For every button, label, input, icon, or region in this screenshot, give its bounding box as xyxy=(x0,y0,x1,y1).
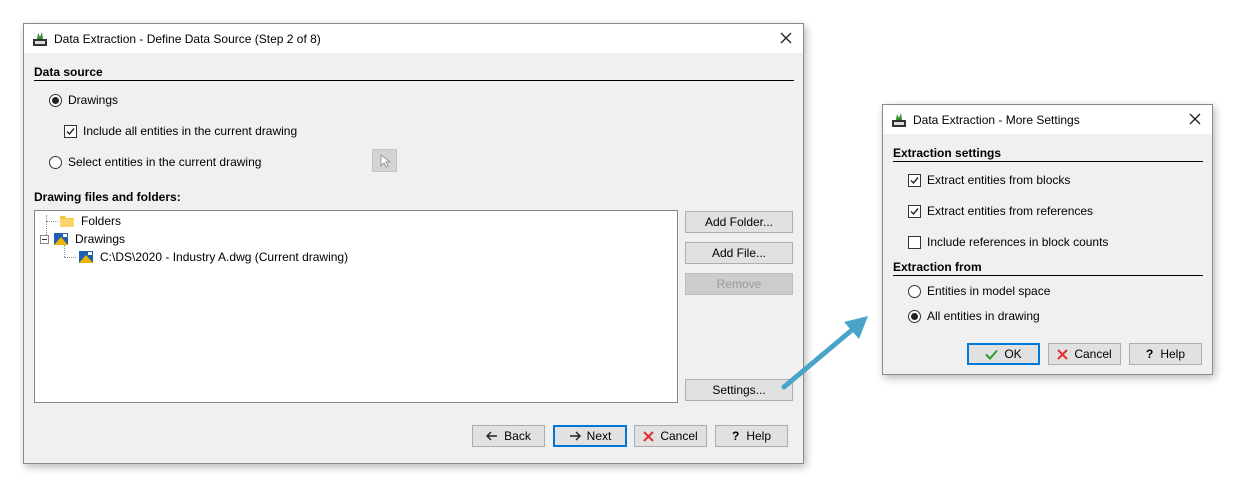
extract-references-checkbox[interactable] xyxy=(908,204,921,218)
drawing-files-heading: Drawing files and folders: xyxy=(34,190,181,204)
more-settings-dialog: Data Extraction - More Settings Extracti… xyxy=(882,104,1213,375)
include-all-entities-option[interactable]: Include all entities in the current draw… xyxy=(64,123,297,139)
model-space-radio[interactable] xyxy=(908,284,921,298)
dwg-file-icon xyxy=(79,251,93,263)
arrow-left-icon xyxy=(486,431,498,441)
block-counts-checkbox[interactable] xyxy=(908,235,921,249)
window-title: Data Extraction - Define Data Source (St… xyxy=(54,31,321,46)
extraction-from-heading: Extraction from xyxy=(893,260,1203,276)
cancel-button[interactable]: Cancel xyxy=(634,425,707,447)
settings-question-mark-icon: ? xyxy=(1145,347,1154,361)
include-all-entities-checkbox[interactable] xyxy=(64,124,77,138)
add-file-button[interactable]: Add File... xyxy=(685,242,793,264)
tree-item-folders-label: Folders xyxy=(81,214,122,228)
model-space-label: Entities in model space xyxy=(927,284,1051,298)
settings-window-title: Data Extraction - More Settings xyxy=(913,112,1080,127)
all-entities-label: All entities in drawing xyxy=(927,309,1040,323)
next-button-label: Next xyxy=(586,429,612,443)
all-entities-radio[interactable] xyxy=(908,309,921,323)
add-folder-button[interactable]: Add Folder... xyxy=(685,211,793,233)
settings-help-button[interactable]: ? Help xyxy=(1129,343,1202,365)
drawing-files-tree[interactable]: Folders Drawings C:\DS\2020 - Industry A… xyxy=(34,210,678,403)
tree-item-folders[interactable]: Folders xyxy=(59,213,121,229)
checkmark-icon xyxy=(985,349,999,360)
settings-cancel-button[interactable]: Cancel xyxy=(1048,343,1121,365)
tree-item-file[interactable]: C:\DS\2020 - Industry A.dwg (Current dra… xyxy=(78,249,348,265)
folder-icon xyxy=(60,216,74,227)
extraction-settings-heading: Extraction settings xyxy=(893,146,1203,162)
drawings-radio[interactable] xyxy=(49,93,62,107)
tree-item-drawings-label: Drawings xyxy=(75,232,126,246)
settings-app-icon xyxy=(892,112,906,127)
data-source-heading: Data source xyxy=(34,65,794,81)
collapse-icon[interactable] xyxy=(40,234,49,244)
extract-blocks-option[interactable]: Extract entities from blocks xyxy=(908,172,1070,188)
settings-title-bar: Data Extraction - More Settings xyxy=(883,105,1212,134)
select-entities-radio[interactable] xyxy=(49,155,62,169)
pick-entities-button[interactable] xyxy=(372,149,397,172)
remove-button[interactable]: Remove xyxy=(685,273,793,295)
tree-item-drawings[interactable]: Drawings xyxy=(40,231,125,247)
tree-item-file-label: C:\DS\2020 - Industry A.dwg (Current dra… xyxy=(100,250,349,264)
title-bar: Data Extraction - Define Data Source (St… xyxy=(24,24,803,53)
cancel-button-label: Cancel xyxy=(660,429,698,443)
block-counts-option[interactable]: Include references in block counts xyxy=(908,234,1108,250)
settings-button[interactable]: Settings... xyxy=(685,379,793,401)
select-entities-radio-label: Select entities in the current drawing xyxy=(68,155,262,169)
settings-cancel-button-label: Cancel xyxy=(1074,347,1112,361)
next-button[interactable]: Next xyxy=(553,425,627,447)
close-icon[interactable] xyxy=(778,30,794,46)
back-button-label: Back xyxy=(504,429,531,443)
settings-close-icon[interactable] xyxy=(1187,111,1203,127)
extract-references-option[interactable]: Extract entities from references xyxy=(908,203,1093,219)
arrow-right-icon xyxy=(569,431,581,441)
include-all-entities-label: Include all entities in the current draw… xyxy=(83,124,298,138)
settings-help-button-label: Help xyxy=(1160,347,1186,361)
drawings-radio-option[interactable]: Drawings xyxy=(49,92,118,108)
drawings-icon xyxy=(54,233,68,245)
settings-cancel-x-icon xyxy=(1057,348,1069,360)
help-button[interactable]: ? Help xyxy=(715,425,788,447)
extract-blocks-checkbox[interactable] xyxy=(908,173,921,187)
back-button[interactable]: Back xyxy=(472,425,545,447)
select-entities-radio-option[interactable]: Select entities in the current drawing xyxy=(49,154,261,170)
extract-blocks-label: Extract entities from blocks xyxy=(927,173,1071,187)
ok-button-label: OK xyxy=(1004,347,1022,361)
all-entities-option[interactable]: All entities in drawing xyxy=(908,308,1040,324)
question-mark-icon: ? xyxy=(731,429,740,443)
drawings-radio-label: Drawings xyxy=(68,93,119,107)
cancel-x-icon xyxy=(643,430,655,442)
model-space-option[interactable]: Entities in model space xyxy=(908,283,1050,299)
block-counts-label: Include references in block counts xyxy=(927,235,1109,249)
data-extraction-dialog: Data Extraction - Define Data Source (St… xyxy=(23,23,804,464)
app-icon xyxy=(33,31,47,46)
ok-button[interactable]: OK xyxy=(967,343,1040,365)
cursor-icon xyxy=(380,153,391,168)
extract-references-label: Extract entities from references xyxy=(927,204,1094,218)
help-button-label: Help xyxy=(746,429,772,443)
